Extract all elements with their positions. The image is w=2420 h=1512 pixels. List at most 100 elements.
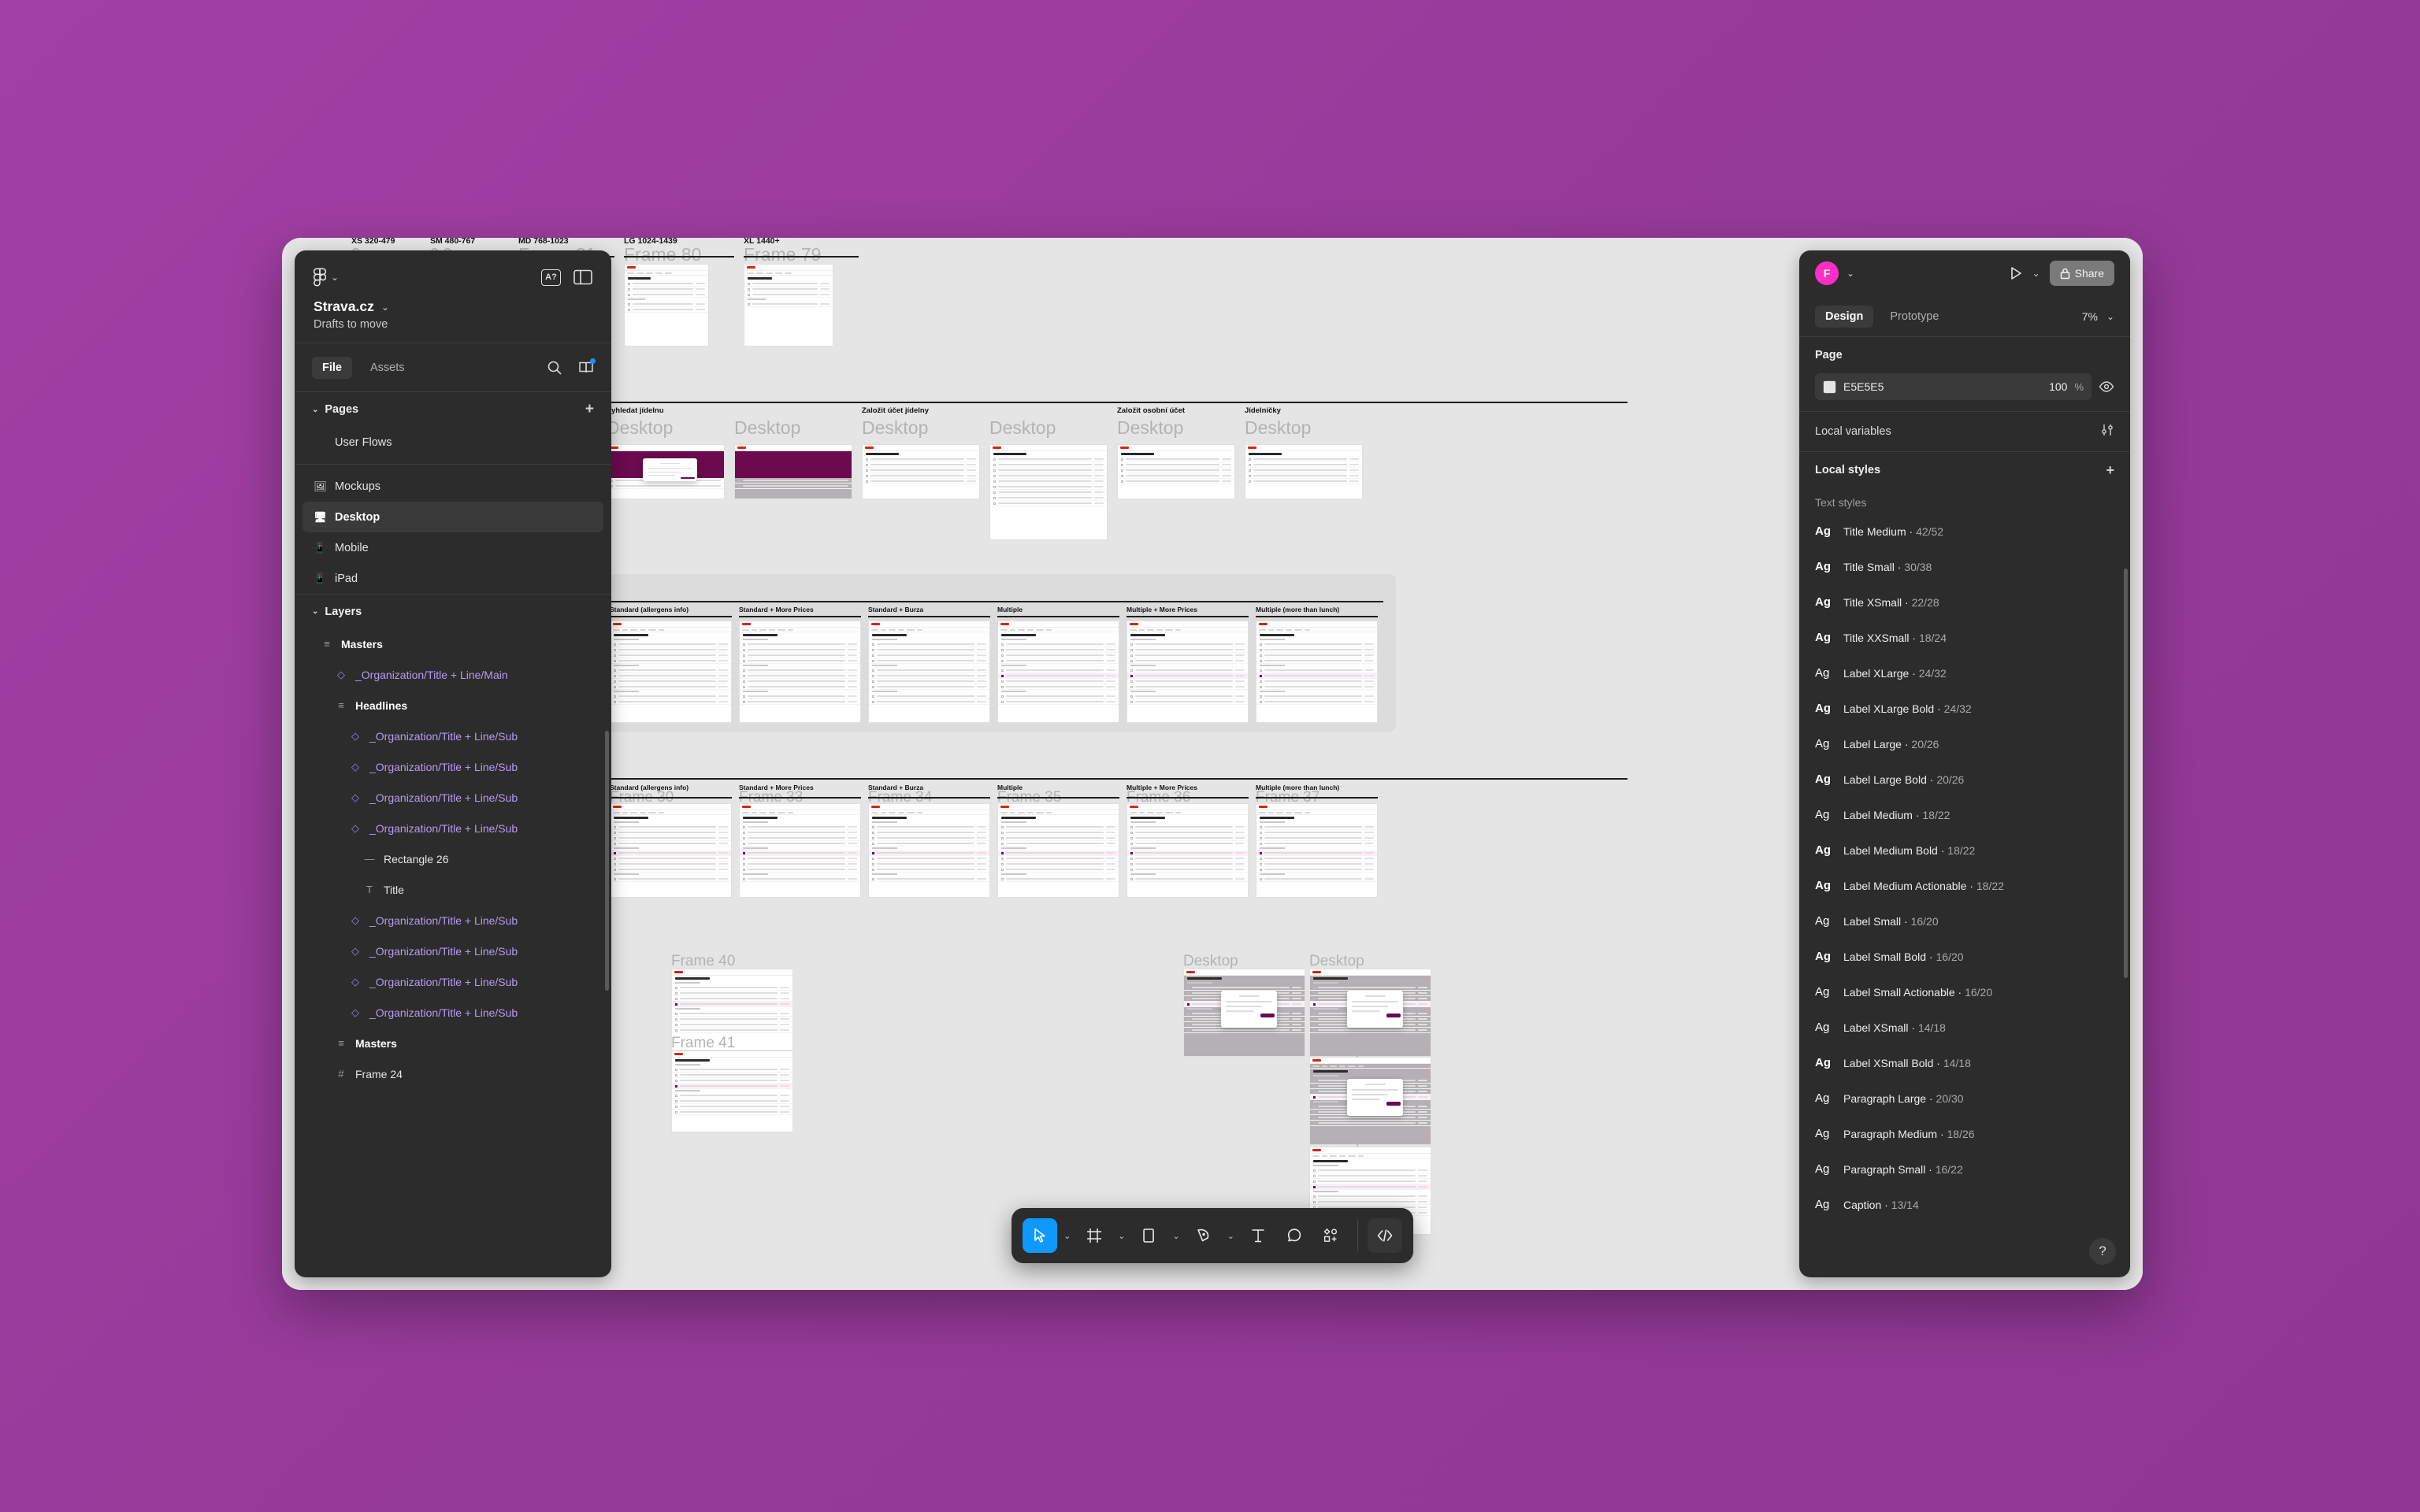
page-item-desktop[interactable]: 🖥 Desktop	[302, 502, 603, 532]
artboard-thumb[interactable]	[868, 621, 990, 723]
left-sidebar[interactable]: ⌄ A? Strava.cz ⌄ Drafts to move File Ass…	[295, 250, 611, 1277]
text-style-row[interactable]: Ag Label XSmall Bold · 14/18	[1799, 1045, 2130, 1080]
text-style-row[interactable]: Ag Label Small Actionable · 16/20	[1799, 974, 2130, 1010]
artboard-thumb[interactable]	[997, 803, 1119, 898]
page-item-mobile[interactable]: 📱 Mobile	[302, 532, 603, 563]
layer-row[interactable]: — Rectangle 26	[295, 843, 611, 874]
layer-row[interactable]: ◇ _Organization/Title + Line/Sub	[295, 813, 611, 843]
layer-row[interactable]: ≡ Masters	[295, 628, 611, 659]
dev-mode-toggle[interactable]	[1367, 1218, 1402, 1253]
artboard-thumb[interactable]	[607, 444, 725, 499]
layer-row[interactable]: ≡ Headlines	[295, 690, 611, 721]
artboard-thumb[interactable]	[1183, 969, 1305, 1057]
add-style-button[interactable]: +	[2106, 462, 2114, 479]
text-styles-list[interactable]: Ag Title Medium · 42/52 Ag Title Small · 30…	[1799, 513, 2130, 1277]
tab-assets[interactable]: Assets	[360, 357, 415, 379]
artboard-thumb[interactable]	[734, 444, 852, 499]
text-style-row[interactable]: Ag Title XXSmall · 18/24	[1799, 620, 2130, 655]
file-title[interactable]: Strava.cz	[314, 298, 374, 315]
frame-tool-chevron-icon[interactable]: ⌄	[1113, 1231, 1130, 1241]
layer-row[interactable]: ◇ _Organization/Title + Line/Sub	[295, 751, 611, 782]
page-item-ipad[interactable]: 📱 iPad	[302, 563, 603, 594]
layer-row[interactable]: T Title	[295, 874, 611, 905]
text-style-row[interactable]: Ag Paragraph Medium · 18/26	[1799, 1116, 2130, 1151]
layer-row[interactable]: ◇ _Organization/Title + Line/Sub	[295, 721, 611, 751]
help-button[interactable]: ?	[2089, 1238, 2116, 1265]
text-style-row[interactable]: Ag Paragraph Small · 16/22	[1799, 1151, 2130, 1187]
artboard-thumb[interactable]	[610, 621, 732, 723]
layer-row[interactable]: ◇ _Organization/Title + Line/Sub	[295, 936, 611, 966]
pen-tool[interactable]	[1186, 1218, 1221, 1253]
artboard-thumb[interactable]	[1256, 621, 1378, 723]
fill-hex-value[interactable]: E5E5E5	[1843, 380, 2042, 393]
artboard-thumb[interactable]	[1126, 803, 1249, 898]
artboard-thumb[interactable]	[1126, 621, 1249, 723]
local-variables-row[interactable]: Local variables	[1799, 412, 2130, 451]
tab-file[interactable]: File	[312, 356, 352, 379]
tab-design[interactable]: Design	[1815, 305, 1874, 328]
pen-tool-chevron-icon[interactable]: ⌄	[1223, 1231, 1239, 1241]
text-tool[interactable]	[1241, 1218, 1275, 1253]
present-play-icon[interactable]	[2010, 266, 2023, 280]
artboard-thumb[interactable]	[1245, 444, 1363, 499]
layer-row[interactable]: ◇ _Organization/Title + Line/Sub	[295, 997, 611, 1028]
text-style-row[interactable]: Ag Label Large · 20/26	[1799, 726, 2130, 762]
artboard-thumb[interactable]	[744, 264, 833, 346]
shape-tool-chevron-icon[interactable]: ⌄	[1168, 1231, 1185, 1241]
artboard-thumb[interactable]	[739, 803, 861, 898]
text-style-row[interactable]: Ag Label Small Bold · 16/20	[1799, 939, 2130, 974]
color-swatch[interactable]	[1823, 380, 1836, 394]
shape-tool[interactable]	[1132, 1218, 1167, 1253]
avatar[interactable]: F	[1815, 261, 1839, 285]
figma-home-button[interactable]: ⌄	[314, 268, 339, 287]
fill-opacity-value[interactable]: 100	[2049, 380, 2067, 393]
artboard-thumb[interactable]	[610, 803, 732, 898]
page-item-mockups[interactable]: 🖼 Mockups	[302, 471, 603, 502]
page-item-user-flows[interactable]: User Flows	[302, 427, 603, 458]
left-sidebar-scroll[interactable]: ⌄ Pages + User Flows 🖼 Mockups 🖥 Desktop 📱 Mob…	[295, 392, 611, 1277]
left-panel-scrollbar[interactable]	[605, 731, 609, 991]
right-sidebar[interactable]: F ⌄ ⌄ Share Design Prototype 7% ⌄ Page E…	[1799, 250, 2130, 1277]
text-style-row[interactable]: Ag Label XLarge · 24/32	[1799, 655, 2130, 691]
layer-row[interactable]: ◇ _Organization/Title + Line/Sub	[295, 782, 611, 813]
text-style-row[interactable]: Ag Caption · 13/14	[1799, 1187, 2130, 1222]
right-panel-scrollbar[interactable]	[2124, 569, 2128, 978]
panel-toggle-icon[interactable]	[573, 269, 592, 285]
zoom-control[interactable]: 7% ⌄	[2082, 310, 2114, 323]
text-style-row[interactable]: Ag Title Medium · 42/52	[1799, 513, 2130, 549]
text-style-row[interactable]: Ag Paragraph Large · 20/30	[1799, 1080, 2130, 1116]
add-page-button[interactable]: +	[585, 401, 594, 418]
artboard-thumb[interactable]	[624, 264, 709, 346]
layer-row[interactable]: ◇ _Organization/Title + Line/Sub	[295, 905, 611, 936]
bottom-toolbar[interactable]: ⌄ ⌄ ⌄ ⌄	[1011, 1208, 1413, 1263]
text-style-row[interactable]: Ag Label XLarge Bold · 24/32	[1799, 691, 2130, 726]
artboard-thumb[interactable]	[671, 1051, 793, 1132]
actions-tool[interactable]	[1313, 1218, 1348, 1253]
artboard-thumb[interactable]	[989, 444, 1108, 540]
chevron-down-icon[interactable]: ⌄	[1847, 268, 1854, 279]
text-style-row[interactable]: Ag Title Small · 30/38	[1799, 549, 2130, 584]
search-icon[interactable]	[547, 360, 562, 376]
pages-section-header[interactable]: ⌄ Pages +	[295, 392, 611, 427]
text-style-row[interactable]: Ag Label Medium Actionable · 18/22	[1799, 868, 2130, 903]
text-style-row[interactable]: Ag Label Small · 16/20	[1799, 903, 2130, 939]
tab-prototype[interactable]: Prototype	[1880, 306, 1949, 328]
library-icon[interactable]	[578, 358, 596, 376]
layer-row[interactable]: # Frame 24	[295, 1058, 611, 1089]
present-options-chevron-icon[interactable]: ⌄	[2032, 268, 2040, 279]
accessibility-check-icon[interactable]: A?	[541, 269, 561, 286]
layer-row[interactable]: ≡ Masters	[295, 1028, 611, 1058]
text-style-row[interactable]: Ag Title XSmall · 22/28	[1799, 584, 2130, 620]
artboard-thumb[interactable]	[862, 444, 980, 499]
artboard-thumb[interactable]	[1256, 803, 1378, 898]
text-style-row[interactable]: Ag Label XSmall · 14/18	[1799, 1010, 2130, 1045]
artboard-thumb[interactable]	[868, 803, 990, 898]
text-style-row[interactable]: Ag Label Medium · 18/22	[1799, 797, 2130, 832]
layers-section-header[interactable]: ⌄ Layers	[295, 594, 611, 628]
text-style-row[interactable]: Ag Label Large Bold · 20/26	[1799, 762, 2130, 797]
sliders-icon[interactable]	[2100, 423, 2114, 440]
artboard-thumb[interactable]	[1117, 444, 1235, 499]
page-fill-input[interactable]: E5E5E5 100 %	[1815, 373, 2092, 400]
layer-row[interactable]: ◇ _Organization/Title + Line/Sub	[295, 966, 611, 997]
text-style-row[interactable]: Ag Label Medium Bold · 18/22	[1799, 832, 2130, 868]
